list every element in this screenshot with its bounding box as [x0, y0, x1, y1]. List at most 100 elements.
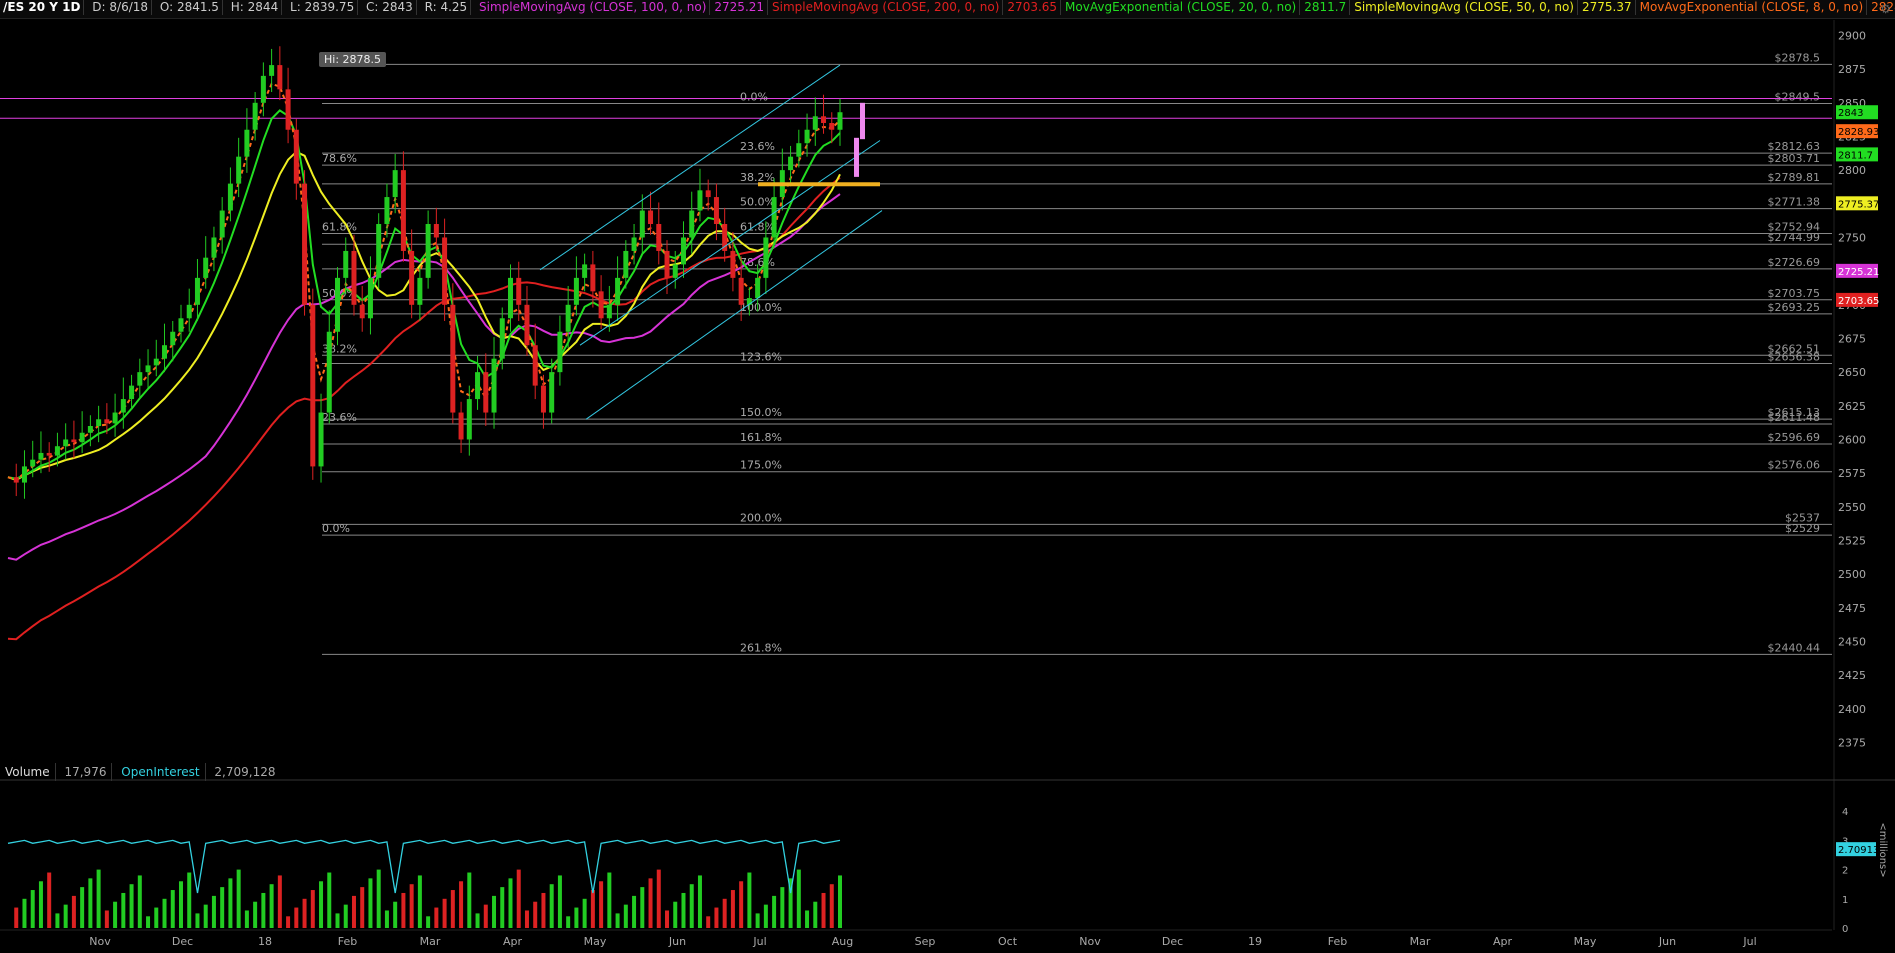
candle-body [54, 446, 60, 456]
candle-body [450, 304, 456, 413]
symbol-label[interactable]: /ES 20 Y 1D [0, 0, 85, 15]
candle-body [656, 224, 662, 251]
study-label-0[interactable]: SimpleMovingAvg (CLOSE, 100, 0, no) [476, 0, 711, 15]
price-tick-label: 2475 [1838, 602, 1866, 615]
fib-right-label: 161.8% [740, 431, 782, 444]
candle-body [606, 304, 612, 319]
fib-left-label: 23.6% [322, 411, 357, 424]
candle-body [38, 452, 44, 460]
candle-body [557, 331, 563, 373]
volume-bar [838, 875, 842, 928]
volume-bar [55, 913, 60, 928]
projection-bar [860, 102, 865, 140]
volume-bar [236, 869, 241, 928]
candle-body [705, 190, 711, 198]
candle-body [771, 197, 777, 238]
candle-body [359, 304, 365, 319]
volume-bar [706, 916, 711, 928]
candle-body [137, 372, 143, 386]
candle-body [680, 237, 686, 265]
price-badge-text: 2828.93 [1838, 127, 1879, 138]
price-tick-label: 2625 [1838, 400, 1866, 413]
candle-body [796, 143, 802, 157]
volume-bar [146, 916, 151, 928]
price-badge-text: 2843 [1838, 108, 1863, 119]
fib-level-price: $2803.71 [1768, 152, 1821, 165]
fib-right-label: 0.0% [740, 90, 768, 103]
candle-body [582, 264, 588, 278]
volume-bar [516, 869, 521, 928]
chart-header: /ES 20 Y 1D D: 8/6/18 O: 2841.5 H: 2844 … [0, 0, 1895, 19]
candle-body [145, 365, 151, 373]
gear-icon[interactable]: ⚙ [1880, 2, 1891, 16]
oi-badge-text: 2.70913 [1838, 845, 1879, 856]
volume-bar [88, 878, 93, 928]
volume-bar [805, 910, 810, 928]
study-value-3: 2775.37 [1579, 0, 1636, 15]
volume-label: Volume [0, 763, 56, 781]
volume-bar [730, 890, 735, 928]
candle-body [178, 318, 184, 332]
volume-bar [211, 895, 216, 928]
volume-bar [195, 913, 200, 928]
candle-body [821, 116, 827, 124]
price-chart[interactable]: 2900287528502825280027752750272527002675… [0, 0, 1895, 953]
volume-bar [63, 904, 68, 928]
volume-bar [500, 887, 505, 928]
fib-level-price: $2878.5 [1775, 51, 1821, 64]
volume-bar [796, 869, 801, 928]
volume-bar [121, 892, 126, 928]
study-label-1[interactable]: SimpleMovingAvg (CLOSE, 200, 0, no) [769, 0, 1004, 15]
candle-body [384, 197, 390, 225]
price-tick-label: 2400 [1838, 703, 1866, 716]
candle-body [112, 412, 118, 424]
time-tick-label: Aug [832, 935, 853, 948]
volume-bar [104, 910, 109, 928]
fib-right-label: 23.6% [740, 140, 775, 153]
study-value-0: 2725.21 [711, 0, 769, 15]
candle-body [623, 250, 629, 278]
volume-bar [648, 878, 653, 928]
volume-bar [384, 910, 389, 928]
volume-bar [351, 895, 356, 928]
fib-right-label: 100.0% [740, 301, 782, 314]
volume-bar [533, 901, 538, 928]
channel-upper [539, 64, 841, 271]
candle-body [458, 412, 464, 440]
volume-bar [38, 881, 43, 928]
range-label: R: 4.25 [422, 0, 472, 15]
study-label-4[interactable]: MovAvgExponential (CLOSE, 8, 0, no) [1637, 0, 1868, 15]
candle-body [376, 224, 382, 278]
candle-body [318, 412, 324, 467]
low-label: L: 2839.75 [287, 0, 359, 15]
volume-bar [203, 904, 208, 928]
volume-bar [656, 869, 661, 928]
date-label: D: 8/6/18 [89, 0, 153, 15]
fib-right-label: 150.0% [740, 406, 782, 419]
fib-level-price: $2693.25 [1768, 301, 1821, 314]
volume-header: Volume 17,976 OpenInterest 2,709,128 [0, 763, 281, 782]
fib-right-label: 38.2% [740, 171, 775, 184]
candle-body [565, 304, 571, 332]
candle-body [219, 210, 225, 238]
volume-tick-label: 4 [1842, 807, 1848, 818]
time-tick-label: Dec [172, 935, 193, 948]
volume-bar [228, 878, 233, 928]
open-label: O: 2841.5 [157, 0, 223, 15]
volume-bar [409, 884, 414, 928]
study-label-3[interactable]: SimpleMovingAvg (CLOSE, 50, 0, no) [1351, 0, 1578, 15]
volume-bar [623, 904, 628, 928]
price-tick-label: 2575 [1838, 467, 1866, 480]
candle-body [244, 129, 250, 157]
volume-bar [417, 875, 422, 928]
candle-body [648, 210, 654, 225]
volume-bar [294, 907, 299, 928]
fib-level-price: $2611.48 [1768, 411, 1821, 424]
study-label-2[interactable]: MovAvgExponential (CLOSE, 20, 0, no) [1062, 0, 1301, 15]
volume-bar [178, 881, 183, 928]
candle-body [400, 170, 406, 251]
time-tick-label: Feb [1328, 935, 1347, 948]
volume-bar [277, 875, 282, 928]
volume-bar [549, 884, 554, 928]
candle-body [71, 439, 77, 443]
